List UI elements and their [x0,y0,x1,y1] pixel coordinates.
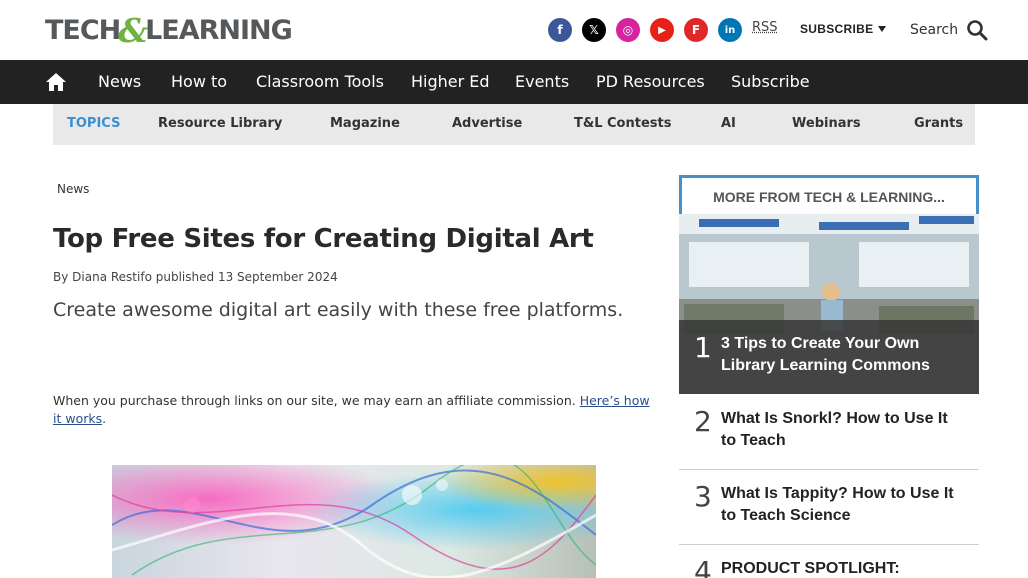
nav-item-higher-ed[interactable]: Higher Ed [411,72,490,91]
byline-prefix: By [53,270,69,284]
topic-ai[interactable]: AI [721,116,736,131]
youtube-icon[interactable]: ▶ [650,18,674,42]
nav-item-pd-resources[interactable]: PD Resources [596,72,705,91]
logo-text-tech: TECH [45,14,121,46]
rss-link[interactable]: RSS [752,20,778,35]
item-title-4[interactable]: PRODUCT SPOTLIGHT: [721,558,961,578]
home-icon[interactable] [45,72,67,92]
site-logo[interactable]: TECH & LEARNING [45,11,293,50]
author-link[interactable]: Diana Restifo [72,270,152,284]
hero-image [112,465,596,578]
instagram-icon[interactable]: ◎ [616,18,640,42]
divider [679,469,979,470]
affiliate-end: . [102,411,107,426]
item-title-2[interactable]: What Is Snorkl? How to Use It to Teach [721,408,961,452]
subscribe-dropdown[interactable]: SUBSCRIBE [800,22,887,36]
nav-item-events[interactable]: Events [515,72,569,91]
linkedin-icon[interactable]: in [718,18,742,42]
nav-item-news[interactable]: News [98,72,141,91]
item-number-2: 2 [694,405,712,438]
logo-text-learning: LEARNING [145,14,293,46]
social-links: f 𝕏 ◎ ▶ F in [548,18,742,42]
affiliate-disclosure: When you purchase through links on our s… [53,392,653,428]
more-from-heading-box: MORE FROM TECH & LEARNING... [679,175,979,215]
search-icon [967,20,988,41]
breadcrumb[interactable]: News [57,182,89,196]
nav-item-subscribe[interactable]: Subscribe [731,72,810,91]
item-number-4: 4 [694,555,712,578]
caret-down-icon [878,26,887,32]
facebook-icon[interactable]: f [548,18,572,42]
published-label: published [155,270,215,284]
article-strapline: Create awesome digital art easily with t… [53,299,624,321]
search-button[interactable]: Search [910,19,988,41]
publish-date: 13 September 2024 [217,270,338,284]
subscribe-label: SUBSCRIBE [800,22,874,36]
digital-art-image [112,465,596,578]
nav-item-classroom-tools[interactable]: Classroom Tools [256,72,384,91]
article-title: Top Free Sites for Creating Digital Art [53,224,594,254]
topic-magazine[interactable]: Magazine [330,116,400,131]
topic-tl-contests[interactable]: T&L Contests [574,116,671,131]
site-header: TECH & LEARNING f 𝕏 ◎ ▶ F in RSS SUBSCRI… [0,0,1028,60]
article-byline: By Diana Restifo published 13 September … [53,270,338,284]
topic-webinars[interactable]: Webinars [792,116,861,131]
item-title[interactable]: 3 Tips to Create Your Own Library Learni… [721,333,961,377]
item-title-3[interactable]: What Is Tappity? How to Use It to Teach … [721,483,961,527]
more-from-heading: MORE FROM TECH & LEARNING... [713,189,945,205]
item-number-3: 3 [694,480,712,513]
divider [679,544,979,545]
topics-bar: TOPICS Resource Library Magazine Adverti… [53,104,975,145]
topics-label: TOPICS [67,116,121,131]
topic-grants[interactable]: Grants [914,116,963,131]
item-number: 1 [694,331,712,364]
x-icon[interactable]: 𝕏 [582,18,606,42]
main-navigation: News How to Classroom Tools Higher Ed Ev… [0,60,1028,104]
featured-item-1[interactable]: 1 3 Tips to Create Your Own Library Lear… [679,214,979,394]
topic-advertise[interactable]: Advertise [452,116,522,131]
nav-item-how-to[interactable]: How to [171,72,227,91]
logo-ampersand: & [118,10,148,50]
topic-resource-library[interactable]: Resource Library [158,116,282,131]
affiliate-text: When you purchase through links on our s… [53,393,576,408]
flipboard-icon[interactable]: F [684,18,708,42]
search-label: Search [910,22,959,38]
